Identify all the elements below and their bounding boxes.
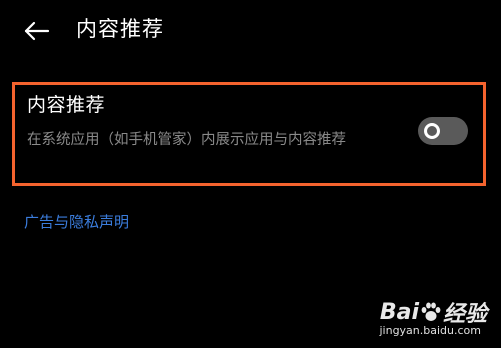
setting-title: 内容推荐 — [27, 94, 106, 116]
baidu-jingyan-watermark: Bai 经验 jingyan.baidu.com — [367, 292, 487, 342]
watermark-logo-left: Bai — [379, 299, 419, 325]
arrow-left-icon — [24, 21, 50, 41]
watermark-url: jingyan.baidu.com — [379, 324, 481, 337]
content-recommendation-toggle[interactable] — [418, 117, 468, 145]
toggle-knob — [424, 123, 440, 139]
back-button[interactable] — [20, 14, 54, 48]
app-bar: 内容推荐 — [0, 0, 501, 60]
setting-description: 在系统应用（如手机管家）内展示应用与内容推荐 — [27, 132, 346, 148]
baidu-paw-icon — [420, 301, 442, 323]
privacy-statement-link[interactable]: 广告与隐私声明 — [24, 211, 129, 233]
content-recommendation-setting: 内容推荐 在系统应用（如手机管家）内展示应用与内容推荐 — [12, 82, 486, 186]
page-title: 内容推荐 — [76, 17, 164, 41]
